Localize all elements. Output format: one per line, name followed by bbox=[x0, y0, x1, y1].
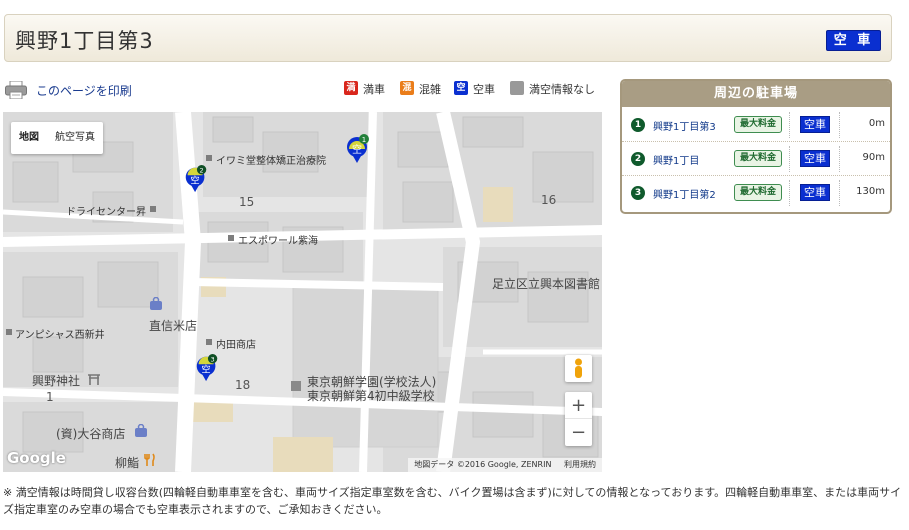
parking-pin-3[interactable]: 空 3 bbox=[193, 354, 221, 382]
restaurant-icon bbox=[144, 453, 155, 466]
page-title: 興野1丁目第3 bbox=[15, 29, 154, 53]
map-data-credit: 地図データ ©2016 Google, ZENRIN bbox=[414, 460, 552, 469]
availability-note: ※ 満空情報は時間貸し収容台数(四輪軽自動車車室を含む、車両サイズ指定車室数を含… bbox=[3, 486, 902, 516]
poi-icon bbox=[206, 155, 212, 161]
busy-icon: 混 bbox=[400, 81, 414, 95]
school-icon bbox=[291, 381, 301, 391]
shop-icon bbox=[135, 424, 147, 437]
nearby-parking-panel: 周辺の駐車場 1 興野1丁目第3 最大料金 空車 0m 2 興野1丁目 最大料金… bbox=[620, 79, 892, 214]
print-page-link[interactable]: このページを印刷 bbox=[36, 82, 132, 99]
status-badge: 空車 bbox=[800, 150, 830, 167]
divider bbox=[789, 146, 790, 172]
parking-row[interactable]: 1 興野1丁目第3 最大料金 空車 0m bbox=[622, 108, 890, 142]
map-label: イワミ堂整体矯正治療院 bbox=[216, 156, 326, 167]
parking-name-link[interactable]: 興野1丁目 bbox=[653, 152, 699, 167]
row-number: 2 bbox=[631, 152, 645, 166]
row-number: 1 bbox=[631, 118, 645, 132]
distance: 90m bbox=[862, 152, 885, 163]
divider bbox=[839, 180, 840, 206]
map-label: ドライセンター昇 bbox=[66, 207, 146, 218]
legend-label: 満空情報なし bbox=[529, 83, 595, 96]
legend-label: 混雑 bbox=[419, 83, 441, 96]
zoom-in-button[interactable]: + bbox=[565, 392, 592, 419]
row-number: 3 bbox=[631, 186, 645, 200]
terms-link[interactable]: 利用規約 bbox=[564, 460, 596, 469]
map-label: 興野神社 bbox=[32, 374, 81, 388]
status-badge: 空車 bbox=[800, 116, 830, 133]
map-label: 東京朝鮮第4初中級学校 bbox=[307, 389, 435, 403]
svg-text:2: 2 bbox=[200, 166, 204, 174]
svg-text:空: 空 bbox=[352, 143, 362, 156]
divider bbox=[839, 112, 840, 138]
map-attribution: 地図データ ©2016 Google, ZENRIN 利用規約 bbox=[408, 458, 602, 472]
block-number: 18 bbox=[235, 378, 251, 392]
map-label: 直信米店 bbox=[149, 319, 198, 333]
street-view-pegman[interactable] bbox=[565, 355, 592, 382]
map[interactable]: 地図 航空写真 イワミ堂整体矯正治療院 ドライセンター昇 エスポワール紫海 足立… bbox=[3, 112, 602, 472]
poi-icon bbox=[228, 235, 234, 241]
svg-text:1: 1 bbox=[362, 136, 366, 144]
panel-title: 周辺の駐車場 bbox=[622, 81, 890, 107]
block-number: 15 bbox=[239, 195, 255, 209]
parking-name-link[interactable]: 興野1丁目第2 bbox=[653, 186, 716, 201]
block-number: 16 bbox=[541, 193, 557, 207]
legend-label: 空車 bbox=[473, 83, 495, 96]
no-info-icon bbox=[510, 81, 524, 95]
zoom-out-button[interactable]: − bbox=[565, 419, 592, 446]
map-type-control[interactable]: 地図 航空写真 bbox=[11, 122, 103, 154]
legend-label: 満車 bbox=[363, 83, 385, 96]
map-label: アンピシャス西新井 bbox=[15, 330, 105, 341]
printer-icon[interactable] bbox=[5, 81, 27, 99]
title-bar: 興野1丁目第3 空 車 bbox=[4, 14, 892, 62]
poi-icon bbox=[150, 206, 156, 212]
svg-text:3: 3 bbox=[211, 355, 215, 363]
map-label: 足立区立興本図書館 bbox=[492, 277, 601, 291]
svg-text:空: 空 bbox=[201, 364, 210, 376]
divider bbox=[839, 146, 840, 172]
pegman-icon[interactable] bbox=[565, 355, 592, 382]
parking-row[interactable]: 2 興野1丁目 最大料金 空車 90m bbox=[622, 142, 890, 176]
map-type-satellite[interactable]: 航空写真 bbox=[47, 122, 103, 154]
map-label: エスポワール紫海 bbox=[238, 236, 318, 247]
parking-pin-1[interactable]: 空 1 bbox=[347, 134, 369, 164]
zoom-control[interactable]: + − bbox=[565, 392, 592, 446]
poi-icon bbox=[206, 339, 212, 345]
divider bbox=[789, 180, 790, 206]
shop-icon bbox=[150, 297, 162, 310]
poi-icon bbox=[6, 329, 12, 335]
map-label: 内田商店 bbox=[216, 340, 256, 351]
map-label: (資)大谷商店 bbox=[56, 427, 126, 441]
shrine-icon bbox=[88, 374, 100, 385]
full-icon: 満 bbox=[344, 81, 358, 95]
status-badge: 空 車 bbox=[826, 30, 881, 51]
max-fee-badge: 最大料金 bbox=[734, 116, 782, 133]
vacant-icon: 空 bbox=[454, 81, 468, 95]
google-logo[interactable]: Google bbox=[7, 449, 66, 467]
parking-row[interactable]: 3 興野1丁目第2 最大料金 空車 130m bbox=[622, 176, 890, 210]
distance: 130m bbox=[856, 186, 885, 197]
parking-name-link[interactable]: 興野1丁目第3 bbox=[653, 118, 716, 133]
block-number: 1 bbox=[46, 390, 54, 404]
svg-text:空: 空 bbox=[190, 175, 199, 187]
max-fee-badge: 最大料金 bbox=[734, 184, 782, 201]
map-label: 柳鮨 bbox=[115, 456, 140, 470]
divider bbox=[789, 112, 790, 138]
status-badge: 空車 bbox=[800, 184, 830, 201]
parking-pin-2[interactable]: 空 2 bbox=[181, 165, 211, 193]
max-fee-badge: 最大料金 bbox=[734, 150, 782, 167]
map-type-map[interactable]: 地図 bbox=[11, 122, 47, 154]
distance: 0m bbox=[868, 118, 885, 129]
